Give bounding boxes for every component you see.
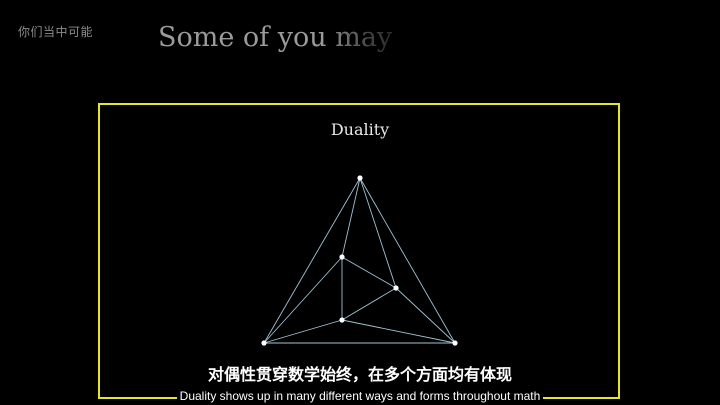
graph-edge: [341, 319, 456, 344]
graph-edge: [395, 287, 456, 344]
graph-vertex: [357, 175, 363, 181]
subtitle-english: Duality shows up in many different ways …: [176, 388, 544, 404]
planar-graph-diagram: [261, 175, 458, 346]
graph-edge: [341, 177, 361, 258]
subtitle-english-wrap: Duality shows up in many different ways …: [0, 385, 720, 404]
video-frame: 你们当中可能 Some of you may Duality 对偶性贯穿数学始终…: [0, 0, 720, 405]
graph-vertex: [261, 340, 267, 346]
graph-vertex: [393, 285, 399, 291]
graph-edge: [359, 177, 456, 344]
graph-edge: [263, 256, 343, 344]
graph-edge: [341, 287, 397, 321]
graph-edge: [359, 177, 397, 289]
subtitle-chinese: 对偶性贯穿数学始终，在多个方面均有体现: [207, 365, 512, 384]
graph-edge: [341, 256, 397, 289]
graph-vertex: [339, 317, 345, 323]
graph-vertices: [261, 175, 458, 346]
graph-vertex: [339, 254, 345, 260]
graph-edges: [263, 177, 456, 344]
graph-vertex: [452, 340, 458, 346]
